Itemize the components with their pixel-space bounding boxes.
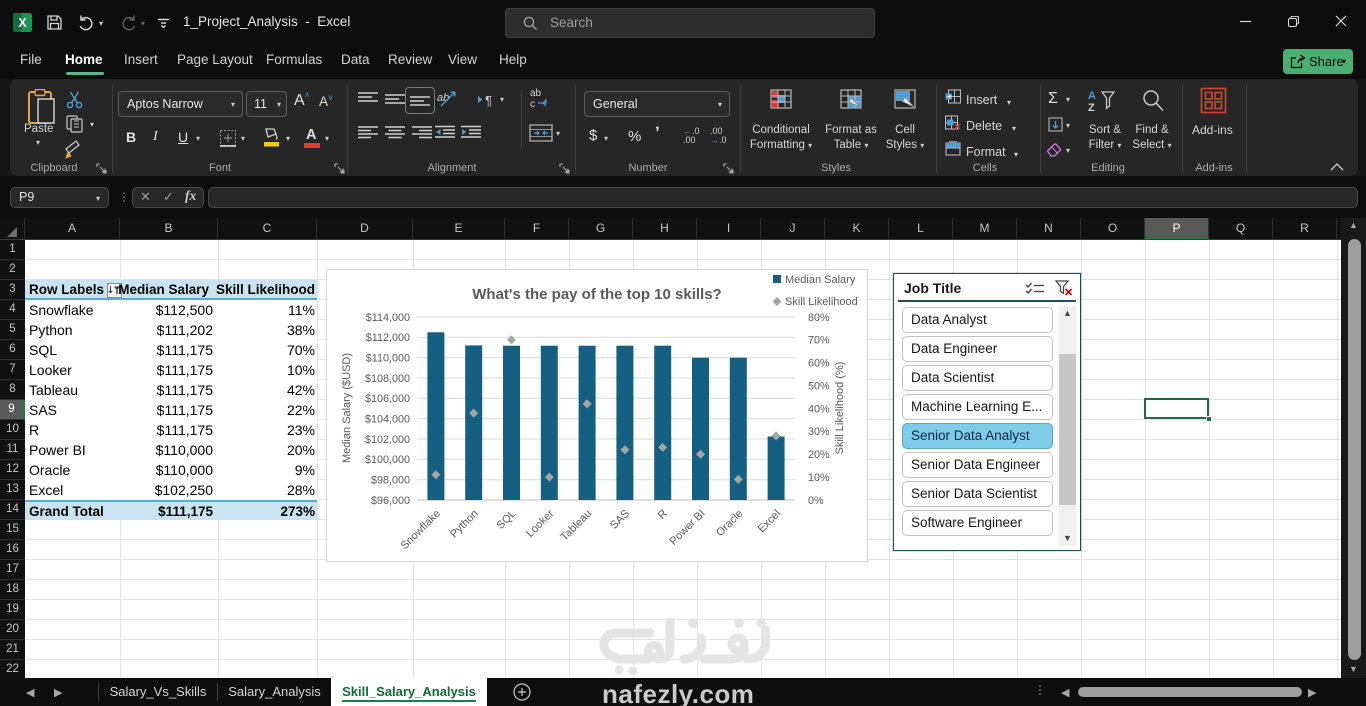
svg-text:ab: ab — [437, 92, 449, 104]
svg-text:70%: 70% — [808, 335, 830, 347]
svg-text:$114,000: $114,000 — [366, 312, 410, 324]
svg-text:0%: 0% — [808, 495, 824, 507]
svg-text:$102,000: $102,000 — [365, 434, 410, 446]
svg-text:Skill Likelihood: Skill Likelihood — [785, 296, 858, 308]
svg-text:What's the pay of the top 10 s: What's the pay of the top 10 skills? — [472, 286, 721, 303]
svg-text:30%: 30% — [808, 426, 830, 438]
svg-text:Skill Likelihood (%): Skill Likelihood (%) — [834, 362, 846, 455]
svg-text:20%: 20% — [808, 449, 830, 461]
svg-text:c: c — [530, 99, 535, 109]
svg-text:$108,000: $108,000 — [365, 373, 410, 385]
svg-text:Median Salary: Median Salary — [785, 274, 856, 286]
svg-text:60%: 60% — [808, 358, 830, 370]
svg-text:40%: 40% — [808, 403, 830, 415]
svg-text:$98,000: $98,000 — [371, 475, 410, 487]
svg-text:Median Salary ($USD): Median Salary ($USD) — [341, 353, 353, 463]
svg-text:$110,000: $110,000 — [366, 353, 410, 365]
svg-text:50%: 50% — [808, 380, 830, 392]
svg-text:$104,000: $104,000 — [365, 414, 410, 426]
svg-text:80%: 80% — [808, 312, 830, 324]
svg-text:$100,000: $100,000 — [365, 454, 410, 466]
svg-text:Z: Z — [1088, 102, 1095, 113]
svg-text:$112,000: $112,000 — [366, 332, 410, 344]
svg-text:10%: 10% — [808, 472, 830, 484]
svg-text:A: A — [1088, 90, 1096, 102]
svg-text:$106,000: $106,000 — [365, 393, 410, 405]
svg-text:¶: ¶ — [485, 93, 492, 108]
svg-text:$96,000: $96,000 — [371, 495, 410, 507]
svg-text:X: X — [18, 16, 27, 30]
svg-text:ab: ab — [530, 88, 542, 99]
